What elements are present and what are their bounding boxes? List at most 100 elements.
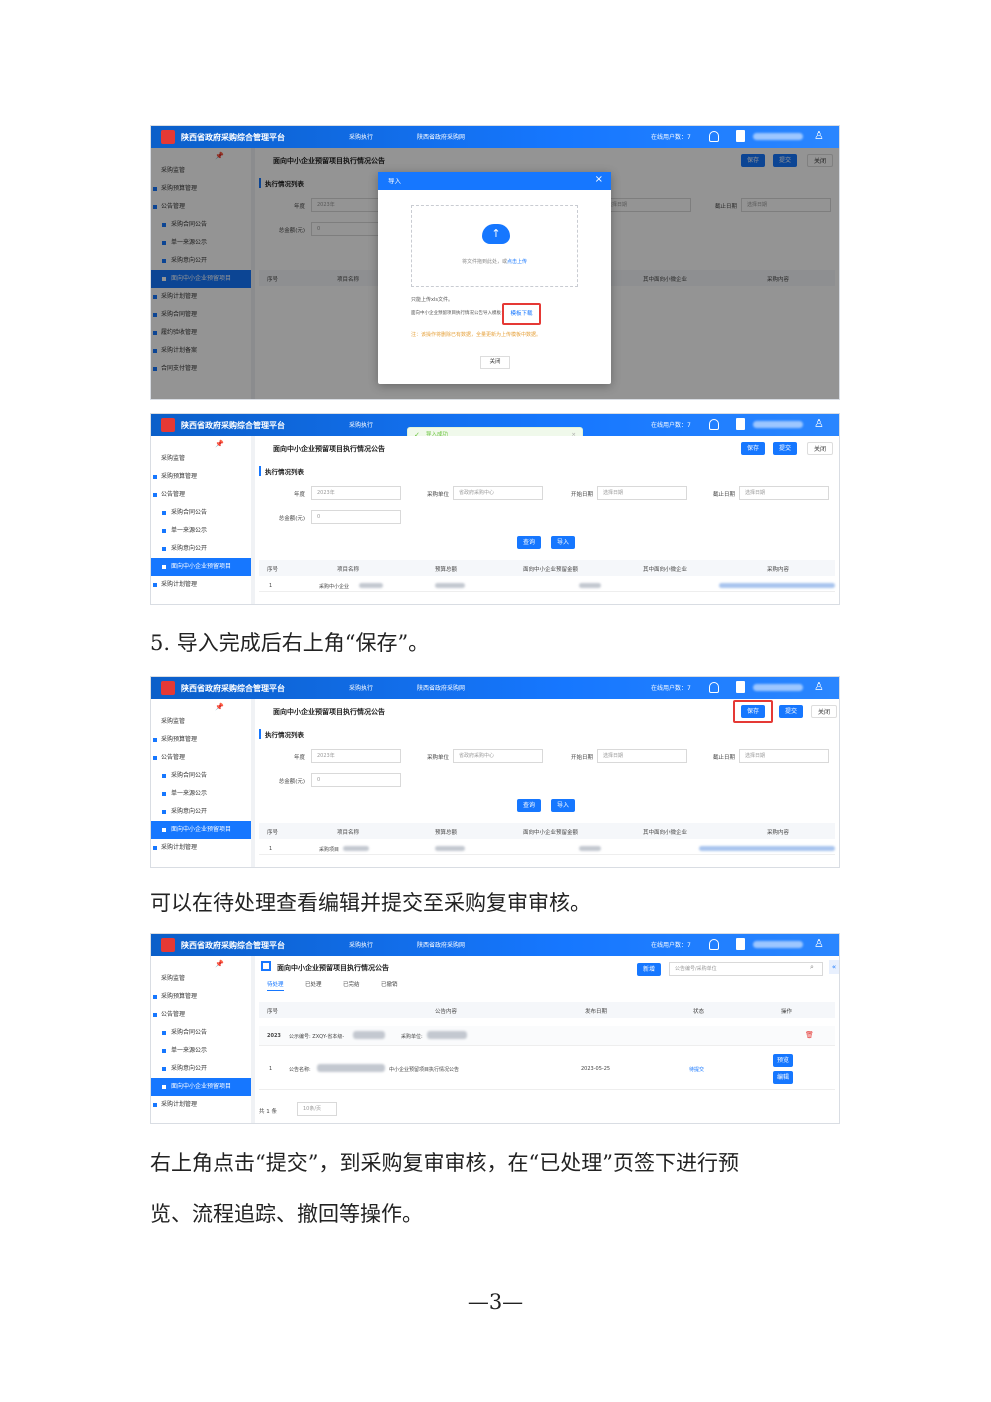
sidebar-item-single-source[interactable]: 单一来源公示: [151, 522, 251, 540]
tab-pending[interactable]: 待处理: [267, 980, 284, 991]
unit-input[interactable]: 省政府采购中心: [453, 749, 543, 763]
upload-dropzone[interactable]: ↑ 将文件拖到此处，或点击上传: [411, 205, 578, 287]
amount-input[interactable]: 0: [311, 510, 401, 524]
sidebar-item-intention[interactable]: 采购意向公开: [151, 803, 251, 821]
edit-button[interactable]: 编辑: [773, 1071, 794, 1084]
import-button[interactable]: 导入: [551, 799, 576, 812]
sidebar-item-intention[interactable]: 采购意向公开: [151, 540, 251, 558]
document-icon[interactable]: [736, 938, 745, 950]
start-date-input[interactable]: 选择日期: [597, 486, 687, 500]
total-count: 共 1 条: [259, 1109, 277, 1115]
sidebar-item-sme-reserved[interactable]: 面向中小企业预留项目: [151, 1078, 251, 1096]
template-download-link[interactable]: 模板下载: [502, 303, 541, 325]
close-button[interactable]: 关闭: [807, 442, 834, 455]
year-input[interactable]: 2023年: [311, 486, 401, 500]
col-name: 项目名称: [337, 567, 360, 573]
query-button[interactable]: 查询: [517, 799, 542, 812]
group-unit: 采购单位:: [401, 1034, 423, 1040]
nav-procurement-exec[interactable]: 采购执行: [349, 683, 373, 692]
user-icon[interactable]: ♙: [814, 417, 824, 430]
template-tip: 面向中小企业预留项目执行情况公告导入模板：: [411, 311, 506, 316]
sidebar: 📌 采购监管 采购预算管理 公告管理 采购合同公告 单一来源公示 采购意向公开 …: [151, 956, 251, 1123]
bell-icon[interactable]: [709, 939, 719, 950]
row-blur: [359, 583, 383, 590]
nav-procurement-exec[interactable]: 采购执行: [349, 132, 373, 141]
add-button[interactable]: 新增: [637, 963, 662, 976]
platform-logo: [161, 681, 175, 695]
user-icon[interactable]: ♙: [814, 129, 824, 142]
sidebar-item-single-source[interactable]: 单一来源公示: [151, 785, 251, 803]
sidebar-item-intention[interactable]: 采购意向公开: [151, 1060, 251, 1078]
end-date-input[interactable]: 选择日期: [739, 749, 829, 763]
unit-input[interactable]: 省政府采购中心: [453, 486, 543, 500]
sidebar-item-plan[interactable]: 采购计划管理: [151, 576, 251, 594]
sidebar-item-announcement[interactable]: 公告管理: [151, 486, 251, 504]
sidebar-item-announcement[interactable]: 公告管理: [151, 749, 251, 767]
bell-icon[interactable]: [709, 131, 719, 142]
user-name-blurred: [753, 133, 803, 140]
sidebar-item-announcement[interactable]: 公告管理: [151, 1006, 251, 1024]
nav-procurement-site[interactable]: 陕西省政府采购网: [417, 683, 465, 692]
nav-procurement-exec[interactable]: 采购执行: [349, 940, 373, 949]
row-reserved-blur: [579, 846, 601, 853]
nav-procurement-site[interactable]: 陕西省政府采购网: [417, 132, 465, 141]
group-unit-blur: [427, 1031, 467, 1041]
sidebar-item-budget[interactable]: 采购预算管理: [151, 731, 251, 749]
submit-button[interactable]: 提交: [779, 705, 804, 718]
col-status: 状态: [693, 1009, 705, 1015]
table-row[interactable]: 1 采购中小企业: [259, 578, 835, 592]
bell-icon[interactable]: [709, 419, 719, 430]
unit-label: 采购单位: [426, 492, 449, 498]
sidebar-item-sme-reserved[interactable]: 面向中小企业预留项目: [151, 558, 251, 576]
pin-icon[interactable]: 📌: [215, 440, 224, 448]
sidebar-item-single-source[interactable]: 单一来源公示: [151, 1042, 251, 1060]
sidebar-item-supervision[interactable]: 采购监管: [151, 970, 251, 988]
tab-revoked[interactable]: 已撤销: [381, 980, 398, 988]
search-input[interactable]: 公告编号/采购单位: [669, 962, 823, 976]
sidebar-item-supervision[interactable]: 采购监管: [151, 450, 251, 468]
search-icon[interactable]: ⌕: [810, 963, 814, 972]
sidebar-item-budget[interactable]: 采购预算管理: [151, 468, 251, 486]
query-button[interactable]: 查询: [517, 536, 542, 549]
sidebar-item-plan[interactable]: 采购计划管理: [151, 1096, 251, 1114]
document-icon[interactable]: [736, 681, 745, 693]
submit-button[interactable]: 提交: [773, 442, 798, 455]
dialog-close-button[interactable]: 关闭: [480, 356, 510, 369]
click-upload-link[interactable]: 点击上传: [507, 259, 527, 265]
pin-icon[interactable]: 📌: [215, 960, 224, 968]
preview-button[interactable]: 预览: [773, 1054, 794, 1067]
collapse-icon[interactable]: «: [829, 960, 839, 974]
table-row[interactable]: 1 采购项目: [259, 841, 835, 855]
tab-processed[interactable]: 已处理: [305, 980, 322, 988]
sidebar-item-contract-notice[interactable]: 采购合同公告: [151, 1024, 251, 1042]
sidebar-item-supervision[interactable]: 采购监管: [151, 713, 251, 731]
nav-procurement-exec[interactable]: 采购执行: [349, 420, 373, 429]
user-icon[interactable]: ♙: [814, 937, 824, 950]
year-input[interactable]: 2023年: [311, 749, 401, 763]
sidebar-item-budget[interactable]: 采购预算管理: [151, 988, 251, 1006]
delete-icon[interactable]: 🗑: [805, 1031, 814, 1039]
amount-input[interactable]: 0: [311, 773, 401, 787]
top-bar: 陕西省政府采购综合管理平台 采购执行 陕西省政府采购网 在线用户数：7 ♙: [151, 934, 839, 956]
start-date-input[interactable]: 选择日期: [597, 749, 687, 763]
row-no: 1: [269, 846, 273, 852]
nav-procurement-site[interactable]: 陕西省政府采购网: [417, 940, 465, 949]
instruction-pending: 可以在待处理查看编辑并提交至采购复审审核。: [150, 891, 591, 915]
dialog-close-icon[interactable]: ×: [595, 174, 603, 185]
close-button[interactable]: 关闭: [811, 705, 838, 718]
pin-icon[interactable]: 📌: [215, 703, 224, 711]
document-icon[interactable]: [736, 130, 745, 142]
tab-finished[interactable]: 已完结: [343, 980, 360, 988]
end-date-input[interactable]: 选择日期: [739, 486, 829, 500]
bell-icon[interactable]: [709, 682, 719, 693]
user-icon[interactable]: ♙: [814, 680, 824, 693]
sidebar-item-contract-notice[interactable]: 采购合同公告: [151, 504, 251, 522]
page-size-select[interactable]: 10条/页: [297, 1102, 337, 1116]
sidebar-item-contract-notice[interactable]: 采购合同公告: [151, 767, 251, 785]
sidebar-item-sme-reserved[interactable]: 面向中小企业预留项目: [151, 821, 251, 839]
sidebar-item-plan[interactable]: 采购计划管理: [151, 839, 251, 857]
save-button[interactable]: 保存: [741, 442, 766, 455]
document-icon[interactable]: [736, 418, 745, 430]
table-row[interactable]: 1 公告名称: 中小企业预留项目执行情况公告 2023-05-25 待提交 预览…: [259, 1050, 835, 1090]
import-button[interactable]: 导入: [551, 536, 576, 549]
